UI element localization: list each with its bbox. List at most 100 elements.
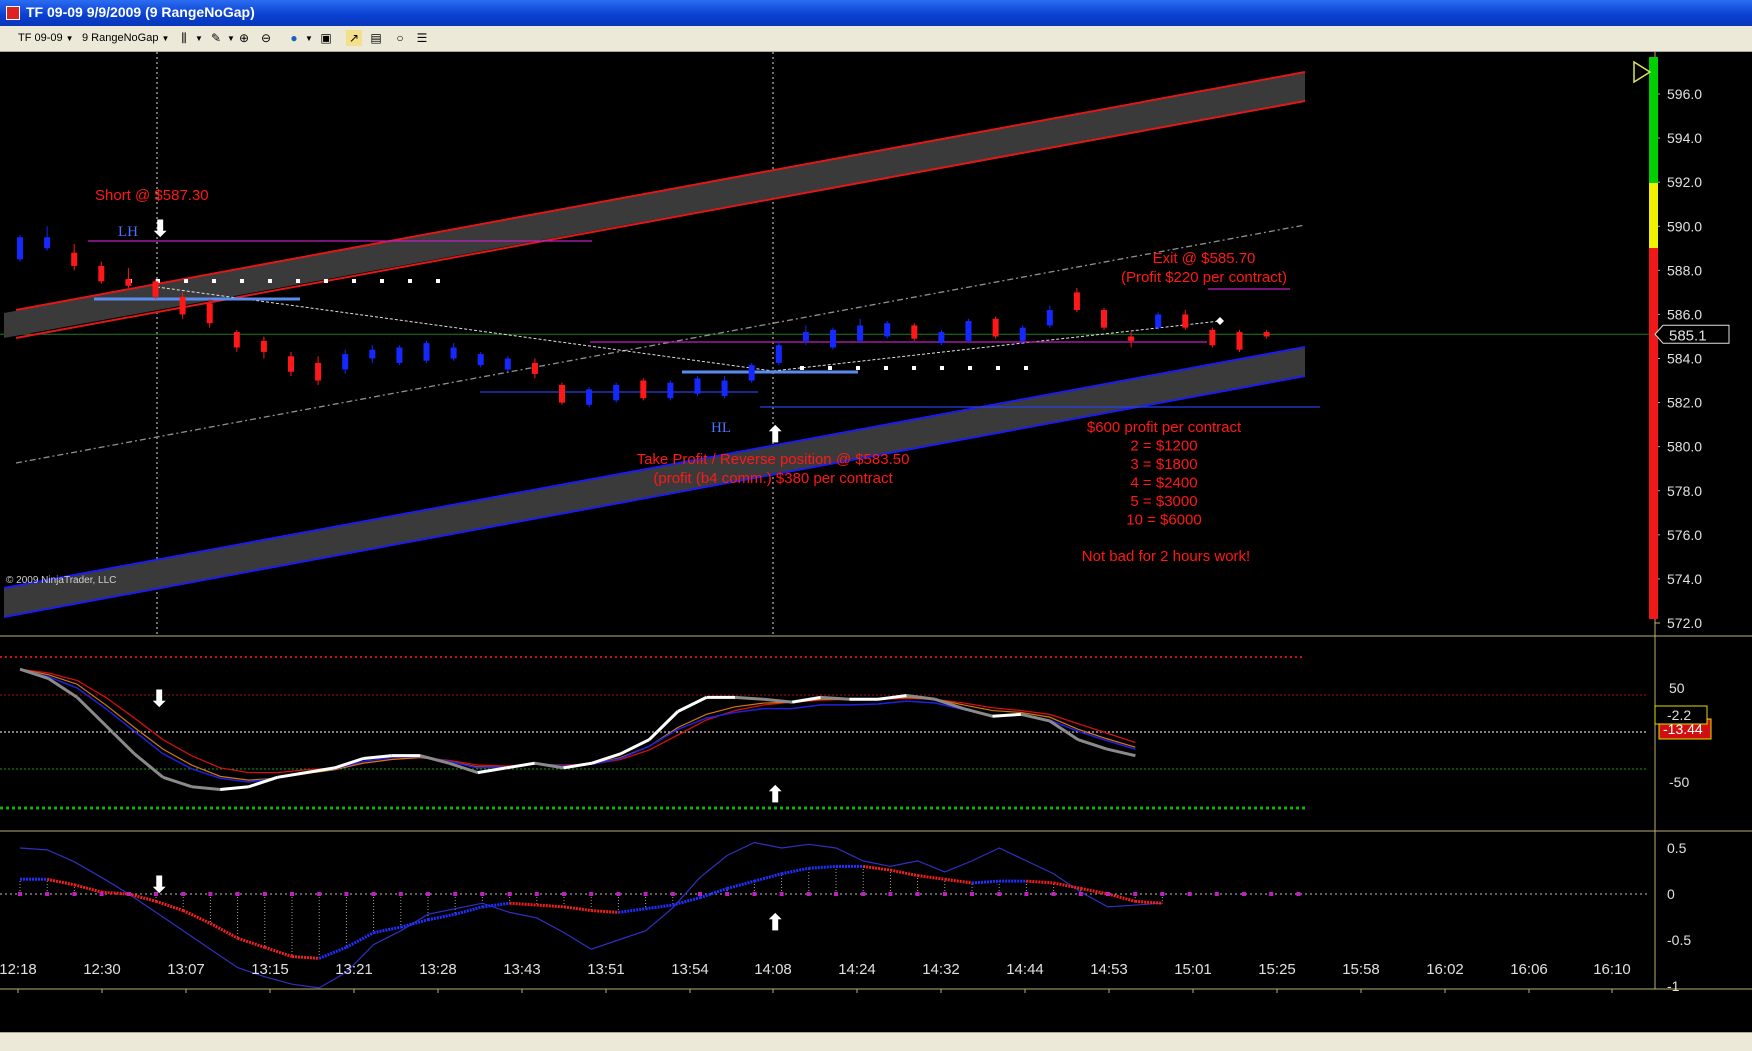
- down-arrow-icon: ⬇: [150, 872, 168, 897]
- macd-zero-marker: [1242, 892, 1246, 896]
- macd-zero-marker: [290, 892, 294, 896]
- properties-button[interactable]: ▣: [318, 29, 334, 47]
- bar-type-button[interactable]: ⫼ ▼: [176, 29, 203, 47]
- profit-summary-line: 10 = $6000: [1126, 512, 1202, 529]
- osc1-tick-label: 50: [1669, 680, 1685, 696]
- data-box-button[interactable]: ○: [392, 29, 408, 47]
- price-bar-body: [179, 296, 186, 315]
- window-button[interactable]: ☰: [414, 29, 430, 47]
- chevron-down-icon: ▼: [195, 33, 203, 43]
- price-tick-label: 578.0: [1667, 483, 1702, 499]
- price-bar-body: [98, 265, 105, 282]
- price-tick-label: 586.0: [1667, 306, 1702, 322]
- price-bar-body: [477, 354, 484, 366]
- osc-main-segment: [191, 785, 221, 792]
- price-bar-body: [504, 358, 511, 370]
- macd-zero-marker: [398, 892, 403, 896]
- price-bar-body: [125, 279, 132, 286]
- time-tick-label: 14:24: [838, 961, 876, 978]
- macd-line-segment: [862, 864, 891, 872]
- osc-main-segment: [162, 775, 193, 789]
- price-bar-body: [802, 332, 809, 341]
- indicator-icon: ▤: [370, 31, 382, 45]
- price-bar-body: [17, 237, 23, 260]
- price-tick-label: 596.0: [1667, 86, 1702, 102]
- candlestick-icon: ⫼: [181, 31, 187, 45]
- macd-zero-marker: [616, 892, 621, 896]
- macd-zero-marker: [752, 892, 757, 896]
- price-bar-body: [1101, 310, 1107, 328]
- macd-line-segment: [46, 877, 75, 887]
- down-arrow-icon: ⬇: [150, 686, 168, 711]
- macd-line-segment: [971, 879, 1000, 885]
- price-bar-body: [775, 345, 782, 363]
- macd-zero-marker: [1024, 892, 1029, 896]
- price-bar-body: [748, 365, 755, 381]
- current-price-label: 585.1: [1669, 327, 1707, 344]
- macd-zero-marker: [208, 892, 213, 896]
- osc-main-segment: [677, 696, 708, 713]
- price-bar-body: [992, 318, 999, 337]
- osc-main-segment: [992, 712, 1022, 718]
- macd-line-segment: [808, 864, 837, 870]
- instrument-selector[interactable]: TF 09-09 ▼: [18, 29, 74, 47]
- macd-line-segment: [536, 903, 565, 909]
- price-bar-body: [369, 349, 376, 359]
- chart-area[interactable]: 50-50-13.44-2.2⬇⬆ 0.50-0.5-1⬇⬆ 596.0594.…: [0, 52, 1752, 1032]
- macd-line-segment: [1107, 892, 1136, 903]
- macd-line-segment: [726, 879, 755, 890]
- osc-red-line: [19, 668, 1136, 774]
- stop-dot: [800, 366, 804, 370]
- stop-dot: [912, 366, 916, 370]
- macd-zero-marker: [589, 892, 594, 896]
- price-bar-body: [1209, 329, 1216, 346]
- osc-main-segment: [648, 710, 679, 741]
- price-bar-body: [1182, 314, 1189, 328]
- price-bar-body: [884, 323, 891, 337]
- price-tick-label: 580.0: [1667, 439, 1702, 455]
- price-tick-label: 594.0: [1667, 130, 1702, 146]
- macd-zero-marker: [181, 892, 186, 896]
- stop-dot: [352, 279, 356, 283]
- macd-line-segment: [237, 936, 266, 949]
- globe-icon: ●: [290, 31, 298, 45]
- stop-dot: [1024, 366, 1028, 370]
- macd-zero-marker: [1106, 892, 1110, 896]
- time-tick-label: 12:18: [0, 961, 37, 978]
- chevron-down-icon: ▼: [65, 33, 74, 43]
- macd-line-segment: [373, 925, 402, 935]
- zoom-out-button[interactable]: ⊖: [258, 29, 274, 47]
- price-bar-body: [586, 389, 593, 405]
- macd-zero-marker: [426, 892, 430, 896]
- macd-line-segment: [672, 896, 701, 907]
- circle-icon: ○: [396, 31, 404, 45]
- osc2-tick-label: -1: [1667, 978, 1680, 994]
- macd-zero-marker: [1269, 892, 1274, 896]
- interval-label: 9 RangeNoGap: [82, 32, 159, 44]
- interval-selector[interactable]: 9 RangeNoGap ▼: [82, 29, 169, 47]
- macd-zero-marker: [235, 892, 240, 896]
- stop-dot: [828, 366, 832, 370]
- macd-line-segment: [917, 874, 946, 881]
- strategy-button[interactable]: ↗: [346, 29, 362, 47]
- stop-dot: [436, 279, 440, 283]
- drawing-tool-button[interactable]: ✎ ▼: [208, 29, 235, 47]
- instrument-label: TF 09-09: [18, 32, 63, 44]
- macd-line-segment: [1080, 887, 1109, 896]
- price-tick-label: 584.0: [1667, 351, 1702, 367]
- price-bar-body: [559, 384, 565, 403]
- zoom-in-button[interactable]: ⊕: [236, 29, 252, 47]
- macd-line-segment: [890, 868, 918, 878]
- price-bar-body: [694, 378, 701, 394]
- price-tick-label: 576.0: [1667, 527, 1702, 543]
- macd-line-segment: [209, 922, 239, 940]
- price-bar-body: [44, 237, 51, 249]
- price-bar-body: [830, 329, 836, 348]
- osc1-value-label: -2.2: [1667, 707, 1691, 723]
- macd-line-segment: [699, 887, 728, 900]
- indicators-button[interactable]: ▤: [368, 29, 384, 47]
- macd-zero-marker: [1051, 892, 1056, 896]
- globe-button[interactable]: ● ▼: [286, 29, 313, 47]
- pencil-icon: ✎: [210, 31, 222, 45]
- time-tick-label: 13:43: [503, 961, 541, 978]
